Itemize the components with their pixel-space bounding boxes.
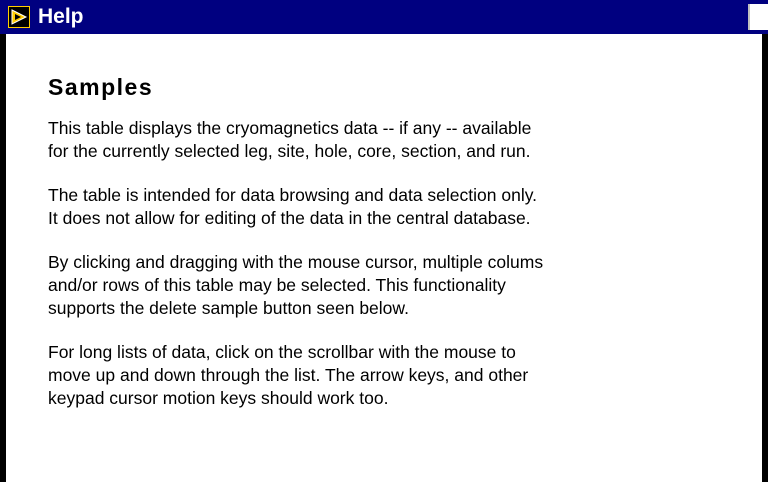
help-paragraph: This table displays the cryomagnetics da… xyxy=(48,118,532,161)
window-button[interactable] xyxy=(748,4,768,30)
help-content: Samples This table displays the cryomagn… xyxy=(48,74,768,431)
help-paragraph: By clicking and dragging with the mouse … xyxy=(48,252,544,318)
labview-run-icon[interactable] xyxy=(8,6,30,28)
help-paragraph: The table is intended for data browsing … xyxy=(48,185,538,228)
window-title: Help xyxy=(38,5,84,28)
help-paragraph: For long lists of data, click on the scr… xyxy=(48,342,529,408)
help-window-body: Samples This table displays the cryomagn… xyxy=(0,34,768,482)
help-heading: Samples xyxy=(48,74,154,100)
window-titlebar[interactable]: Help xyxy=(0,0,768,34)
